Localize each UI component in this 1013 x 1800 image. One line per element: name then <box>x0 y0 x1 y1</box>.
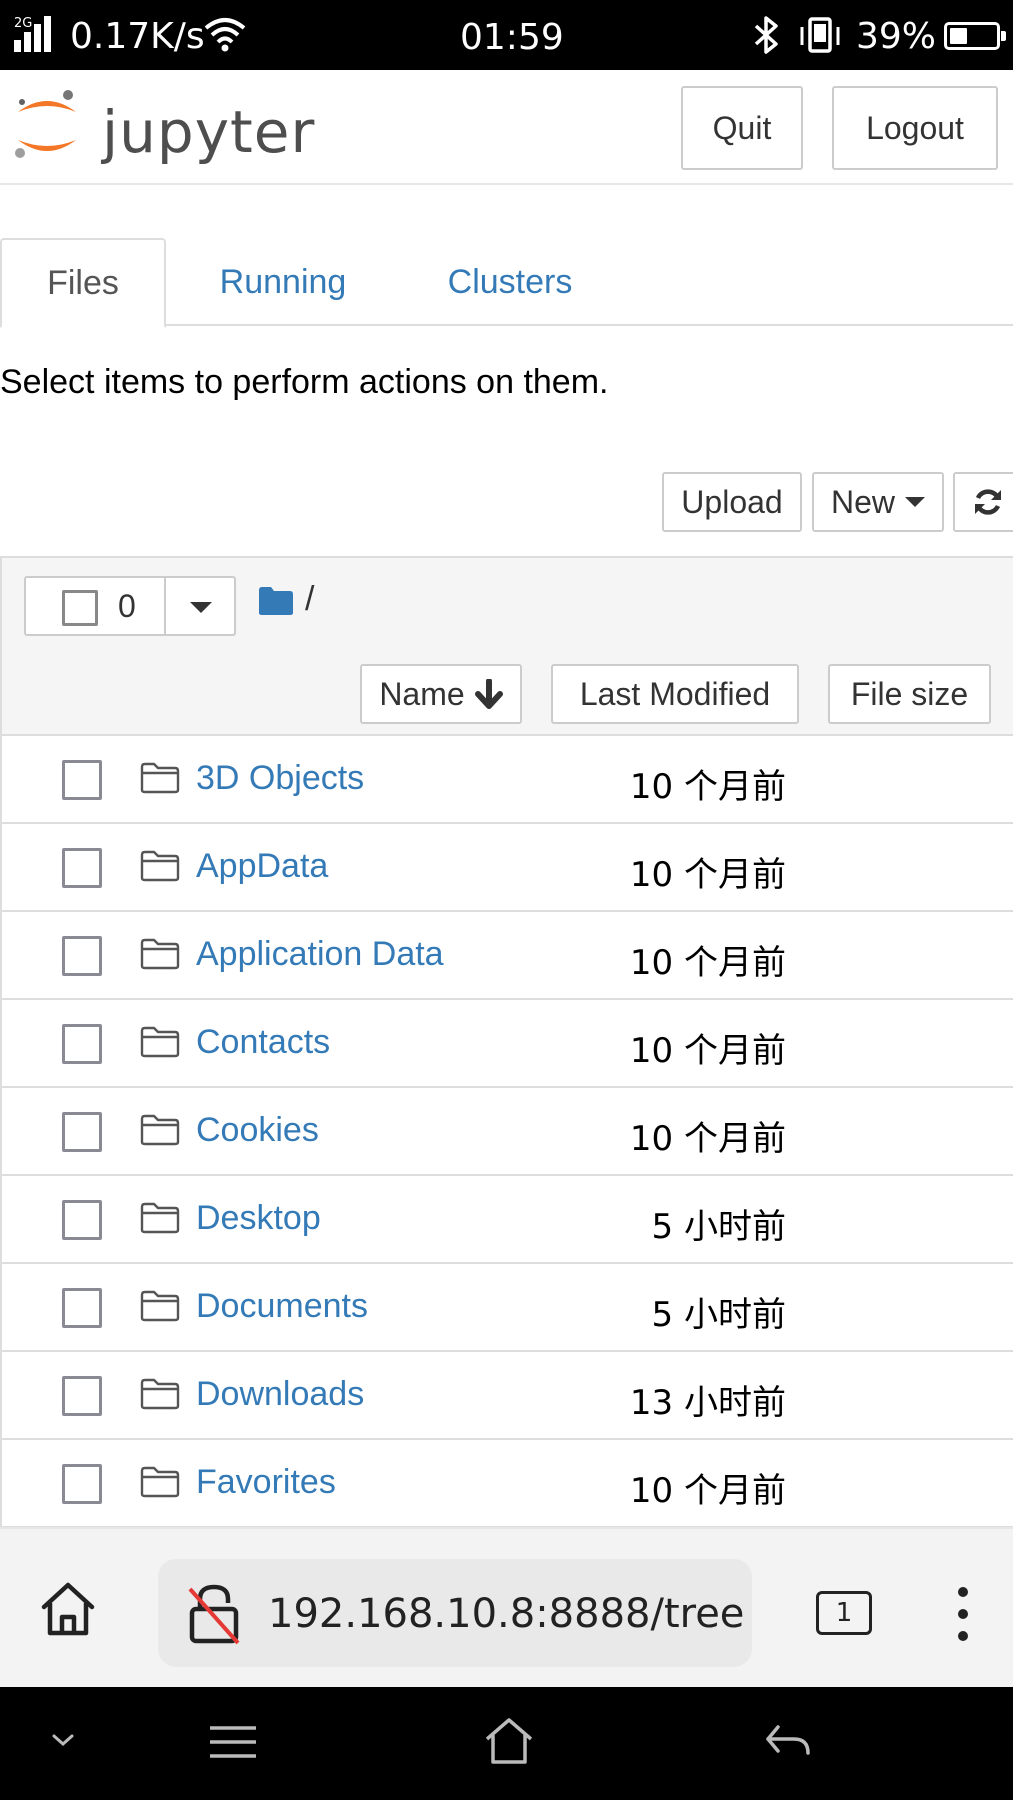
new-button-label: New <box>830 483 895 520</box>
row-checkbox[interactable] <box>62 936 102 976</box>
folder-icon <box>140 850 180 882</box>
folder-icon <box>140 1378 180 1410</box>
file-name-link[interactable]: Downloads <box>196 1375 364 1414</box>
clock: 01:59 <box>460 17 564 58</box>
tab-files[interactable]: Files <box>0 238 166 328</box>
refresh-button[interactable] <box>953 472 1013 532</box>
row-checkbox[interactable] <box>62 1024 102 1064</box>
select-dropdown-icon[interactable] <box>190 602 212 613</box>
folder-icon <box>140 762 180 794</box>
tab-switcher-button[interactable]: 1 <box>816 1591 872 1635</box>
battery-fill <box>950 28 967 44</box>
signal-icon: 2G <box>14 14 58 52</box>
logo-text: jupyter <box>102 98 316 166</box>
file-modified: 10 个月前 <box>629 767 786 807</box>
jupyter-logo-icon <box>15 90 76 158</box>
select-all-group: 0 <box>24 576 236 636</box>
table-row[interactable]: Desktop 5 小时前 <box>2 1176 1013 1264</box>
file-modified: 10 个月前 <box>629 855 786 895</box>
breadcrumb: / <box>305 580 315 618</box>
back-icon[interactable] <box>764 1721 812 1761</box>
file-name-link[interactable]: Cookies <box>196 1111 319 1150</box>
file-modified: 5 小时前 <box>651 1295 786 1335</box>
file-name-link[interactable]: 3D Objects <box>196 759 364 798</box>
sort-name-button[interactable]: Name <box>360 664 522 724</box>
row-checkbox[interactable] <box>62 1288 102 1328</box>
network-type: 2G <box>14 16 33 31</box>
table-row[interactable]: AppData 10 个月前 <box>2 824 1013 912</box>
file-name-link[interactable]: Documents <box>196 1287 368 1326</box>
address-bar[interactable]: 192.168.10.8:8888/tree <box>158 1559 752 1667</box>
table-row[interactable]: Application Data 10 个月前 <box>2 912 1013 1000</box>
upload-button[interactable]: Upload <box>662 472 802 532</box>
tab-clusters[interactable]: Clusters <box>430 238 590 326</box>
menu-icon[interactable] <box>208 1725 258 1759</box>
sort-modified-button[interactable]: Last Modified <box>551 664 799 724</box>
sort-name-label: Name <box>379 675 465 712</box>
file-modified: 10 个月前 <box>629 1471 786 1511</box>
file-name-link[interactable]: Application Data <box>196 935 444 974</box>
chevron-down-icon[interactable] <box>50 1731 76 1749</box>
nav-home-icon[interactable] <box>484 1717 534 1765</box>
hint-text: Select items to perform actions on them. <box>0 363 609 401</box>
folder-icon <box>140 938 180 970</box>
file-modified: 10 个月前 <box>629 1119 786 1159</box>
table-row[interactable]: Downloads 13 小时前 <box>2 1352 1013 1440</box>
row-checkbox[interactable] <box>62 1464 102 1504</box>
insecure-lock-icon <box>188 1584 240 1645</box>
folder-icon <box>140 1114 180 1146</box>
table-row[interactable]: Contacts 10 个月前 <box>2 1000 1013 1088</box>
network-speed: 0.17K/s <box>70 16 205 57</box>
file-name-link[interactable]: AppData <box>196 847 328 886</box>
file-list-header: 0 / Name Last Modified File size <box>2 558 1013 736</box>
table-row[interactable]: 3D Objects 10 个月前 <box>2 736 1013 824</box>
row-checkbox[interactable] <box>62 1376 102 1416</box>
file-name-link[interactable]: Favorites <box>196 1463 336 1502</box>
row-checkbox[interactable] <box>62 760 102 800</box>
folder-icon <box>140 1290 180 1322</box>
quit-button[interactable]: Quit <box>681 86 803 170</box>
vibrate-icon <box>800 17 840 53</box>
folder-icon <box>140 1202 180 1234</box>
file-modified: 5 小时前 <box>651 1207 786 1247</box>
status-bar: 2G 0.17K/s 01:59 39% <box>0 0 1013 70</box>
battery-percent: 39% <box>856 16 937 57</box>
wifi-icon <box>204 18 246 52</box>
tab-running[interactable]: Running <box>200 238 366 326</box>
folder-icon <box>140 1026 180 1058</box>
logout-button[interactable]: Logout <box>832 86 998 170</box>
folder-icon <box>140 1466 180 1498</box>
file-name-link[interactable]: Desktop <box>196 1199 321 1238</box>
battery-icon <box>944 22 1006 50</box>
system-nav-bar <box>0 1687 1013 1800</box>
folder-home-icon[interactable] <box>258 586 294 616</box>
selected-count: 0 <box>118 588 136 624</box>
more-menu-icon[interactable] <box>956 1587 970 1643</box>
refresh-icon <box>975 489 1001 515</box>
file-modified: 10 个月前 <box>629 1031 786 1071</box>
table-row[interactable]: Cookies 10 个月前 <box>2 1088 1013 1176</box>
arrow-down-icon <box>474 679 503 709</box>
file-name-link[interactable]: Contacts <box>196 1023 330 1062</box>
row-checkbox[interactable] <box>62 1200 102 1240</box>
row-checkbox[interactable] <box>62 1112 102 1152</box>
row-checkbox[interactable] <box>62 848 102 888</box>
table-row[interactable]: Favorites 10 个月前 <box>2 1440 1013 1528</box>
bluetooth-icon <box>754 16 778 54</box>
sort-size-button[interactable]: File size <box>828 664 991 724</box>
browser-toolbar: 192.168.10.8:8888/tree 1 <box>0 1527 1013 1687</box>
url-text: 192.168.10.8:8888/tree <box>268 1591 745 1637</box>
file-list-panel: 0 / Name Last Modified File size 3D Obje… <box>0 556 1013 1536</box>
file-modified: 10 个月前 <box>629 943 786 983</box>
header: jupyter Quit Logout <box>0 70 1013 185</box>
file-modified: 13 小时前 <box>629 1383 786 1423</box>
table-row[interactable]: Documents 5 小时前 <box>2 1264 1013 1352</box>
select-all-checkbox[interactable] <box>62 590 98 626</box>
caret-down-icon <box>905 497 925 507</box>
tab-bar: Files Running Clusters <box>0 238 1013 328</box>
jupyter-logo[interactable]: jupyter <box>12 86 314 166</box>
new-button[interactable]: New <box>812 472 944 532</box>
home-icon[interactable] <box>40 1581 96 1637</box>
